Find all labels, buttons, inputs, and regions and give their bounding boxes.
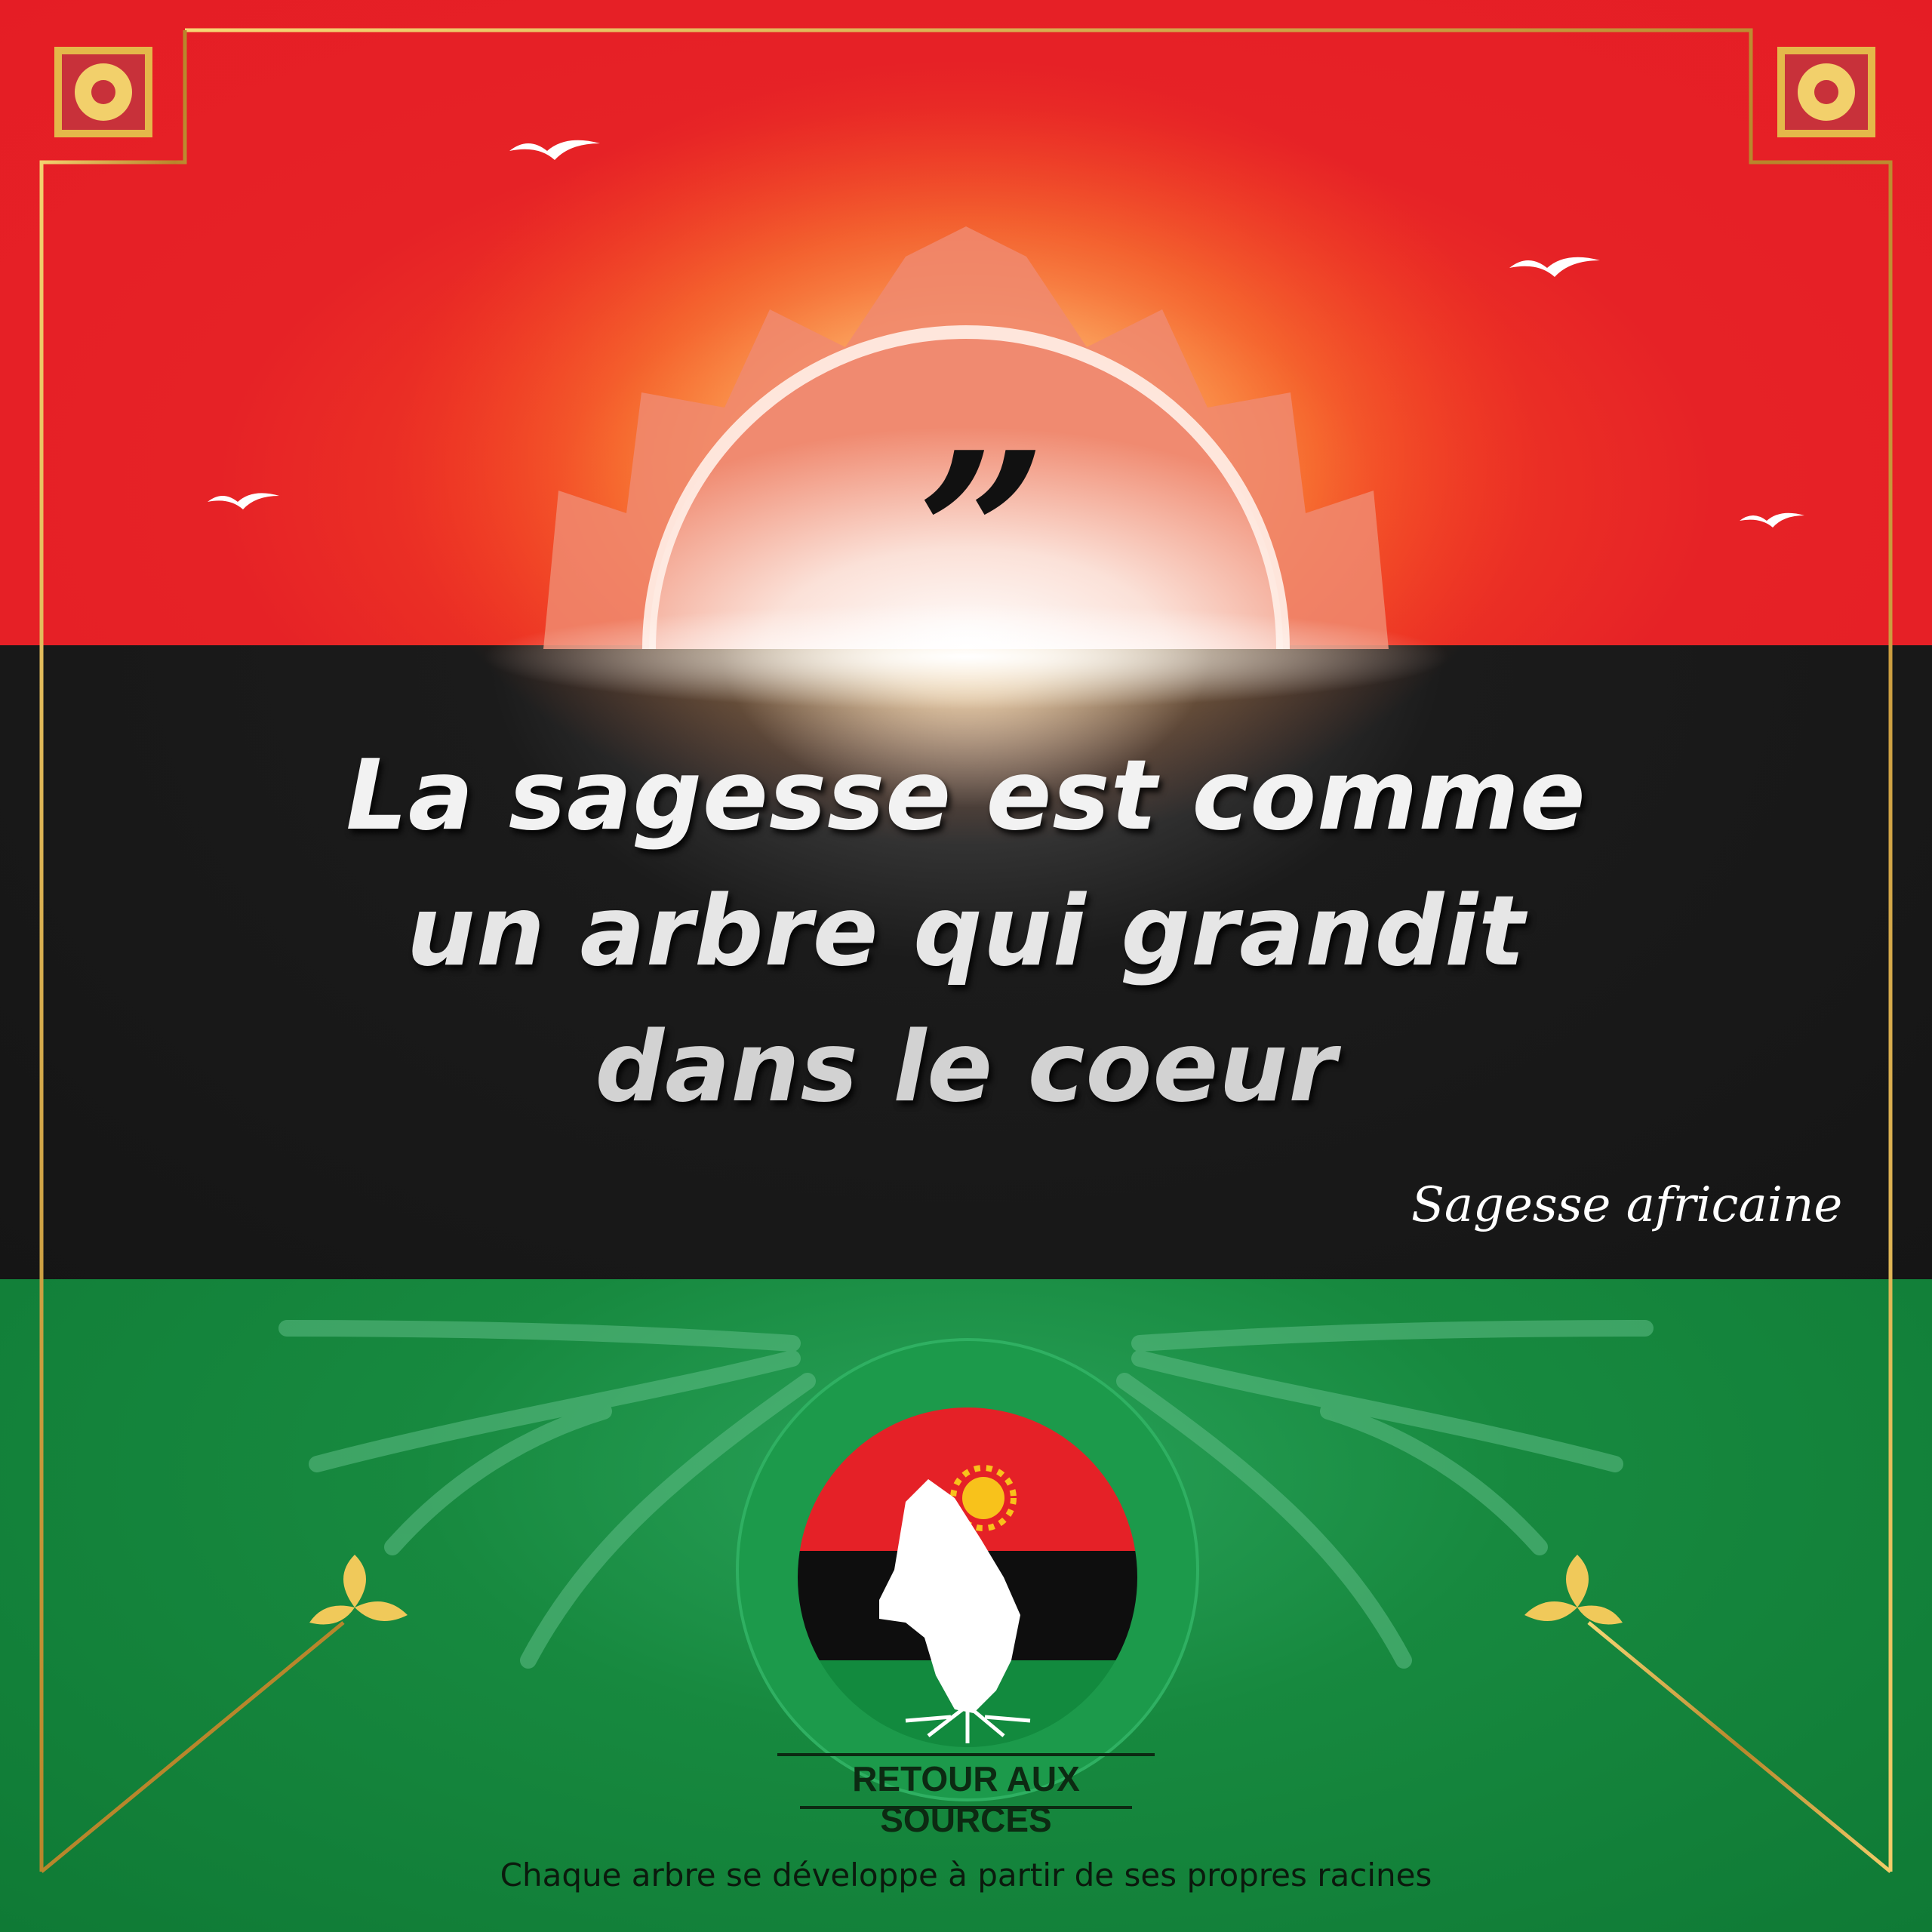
corner-ornament-icon xyxy=(54,47,152,137)
tagline: Chaque arbre se développe à partir de se… xyxy=(500,1857,1432,1894)
quote-line-3: dans le coeur xyxy=(595,1011,1337,1124)
quote-line-2: un arbre qui grandit xyxy=(406,875,1526,988)
logo-emblem xyxy=(736,1338,1199,1809)
leaf-ornament-icon xyxy=(1524,1555,1623,1625)
corner-ornament-icon xyxy=(1777,47,1875,137)
logo-name: RETOUR AUX SOURCES xyxy=(852,1759,1080,1839)
quote-mark: ” xyxy=(917,402,1048,669)
quote-author: Sagesse africaine xyxy=(1411,1177,1843,1233)
quote-line-1: La sagesse est comme xyxy=(346,740,1586,852)
leaf-ornament-icon xyxy=(309,1555,408,1625)
